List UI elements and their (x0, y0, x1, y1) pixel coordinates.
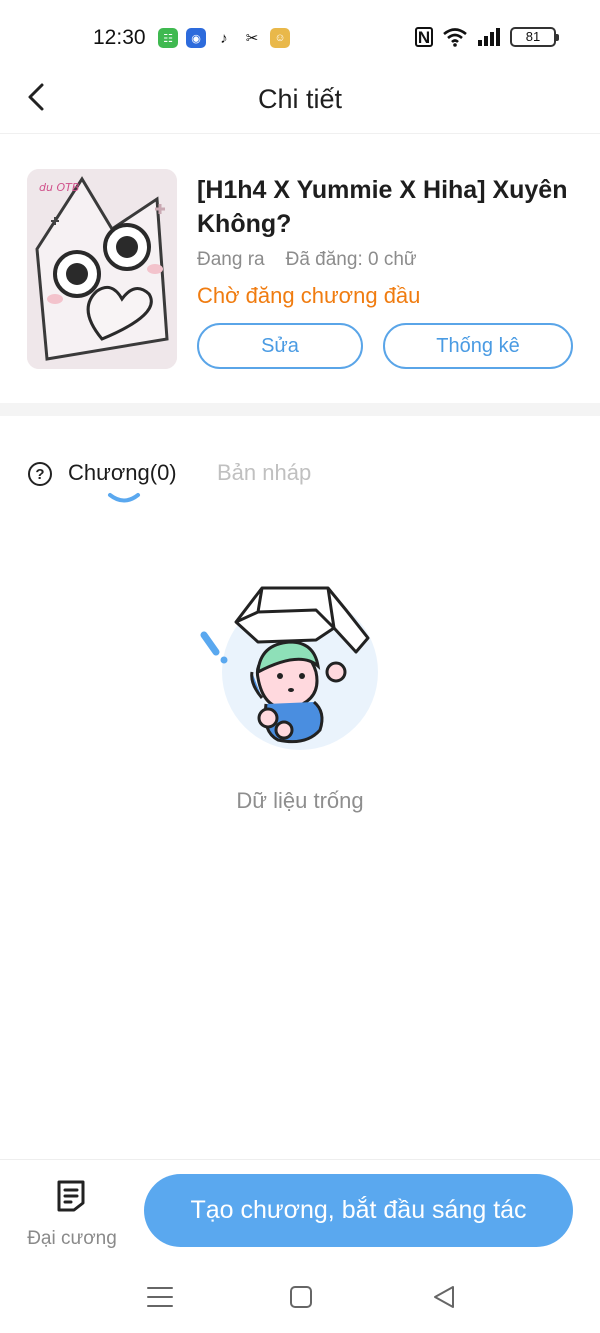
active-tab-indicator (108, 493, 140, 503)
back-nav-icon[interactable] (430, 1283, 460, 1311)
book-info-card: du OTB [H1h4 X Yummie X Hiha] Xuyên Khôn… (0, 135, 600, 403)
tab-drafts[interactable]: Bản nháp (217, 460, 311, 486)
signal-icon (478, 28, 500, 46)
wifi-icon (443, 28, 467, 47)
bottom-action-bar: Đại cương Tạo chương, bắt đầu sáng tác (0, 1159, 600, 1269)
home-icon[interactable] (286, 1283, 316, 1311)
nfc-icon: N (415, 27, 433, 47)
chapter-tabs: ? Chương(0) Bản nháp (0, 416, 600, 516)
capcut-icon: ✂ (242, 28, 262, 48)
section-divider (0, 403, 600, 416)
outline-label: Đại cương (27, 1228, 117, 1249)
tab-chapters[interactable]: Chương(0) (68, 460, 177, 486)
empty-box-illustration (200, 586, 378, 750)
book-word-count: Đã đăng: 0 chữ (285, 249, 417, 270)
edit-button[interactable]: Sửa (197, 323, 363, 369)
signal-app-icon: ◉ (186, 28, 206, 48)
outline-document-icon (57, 1180, 85, 1212)
cover-artwork: du OTB (27, 169, 177, 369)
help-icon[interactable]: ? (28, 462, 52, 486)
book-title: [H1h4 X Yummie X Hiha] Xuyên Không? (197, 176, 568, 238)
outline-button[interactable]: Đại cương (22, 1176, 122, 1256)
book-cover[interactable]: du OTB (27, 169, 177, 369)
system-navigation-bar (0, 1269, 600, 1333)
create-chapter-button[interactable]: Tạo chương, bắt đầu sáng tác (144, 1174, 573, 1247)
empty-state-text: Dữ liệu trống (236, 788, 364, 813)
battery-icon: 81 (510, 27, 559, 47)
book-publish-state: Chờ đăng chương đầu (197, 283, 421, 308)
header: Chi tiết (0, 64, 600, 134)
status-indicators: N 81 (415, 27, 559, 47)
status-time: 12:30 (93, 26, 146, 49)
menu-icon[interactable] (145, 1283, 175, 1311)
statistics-button[interactable]: Thống kê (383, 323, 573, 369)
chat-app-icon: ☷ (158, 28, 178, 48)
status-app-icons: ☷ ◉ ♪ ✂ ☺ (158, 28, 290, 48)
page-title: Chi tiết (257, 84, 343, 114)
tiktok-icon: ♪ (214, 28, 234, 48)
book-meta: Đang ra Đã đăng: 0 chữ (197, 249, 417, 271)
game-app-icon: ☺ (270, 28, 290, 48)
cover-tag: du OTB (39, 181, 79, 194)
book-status: Đang ra (197, 249, 265, 270)
